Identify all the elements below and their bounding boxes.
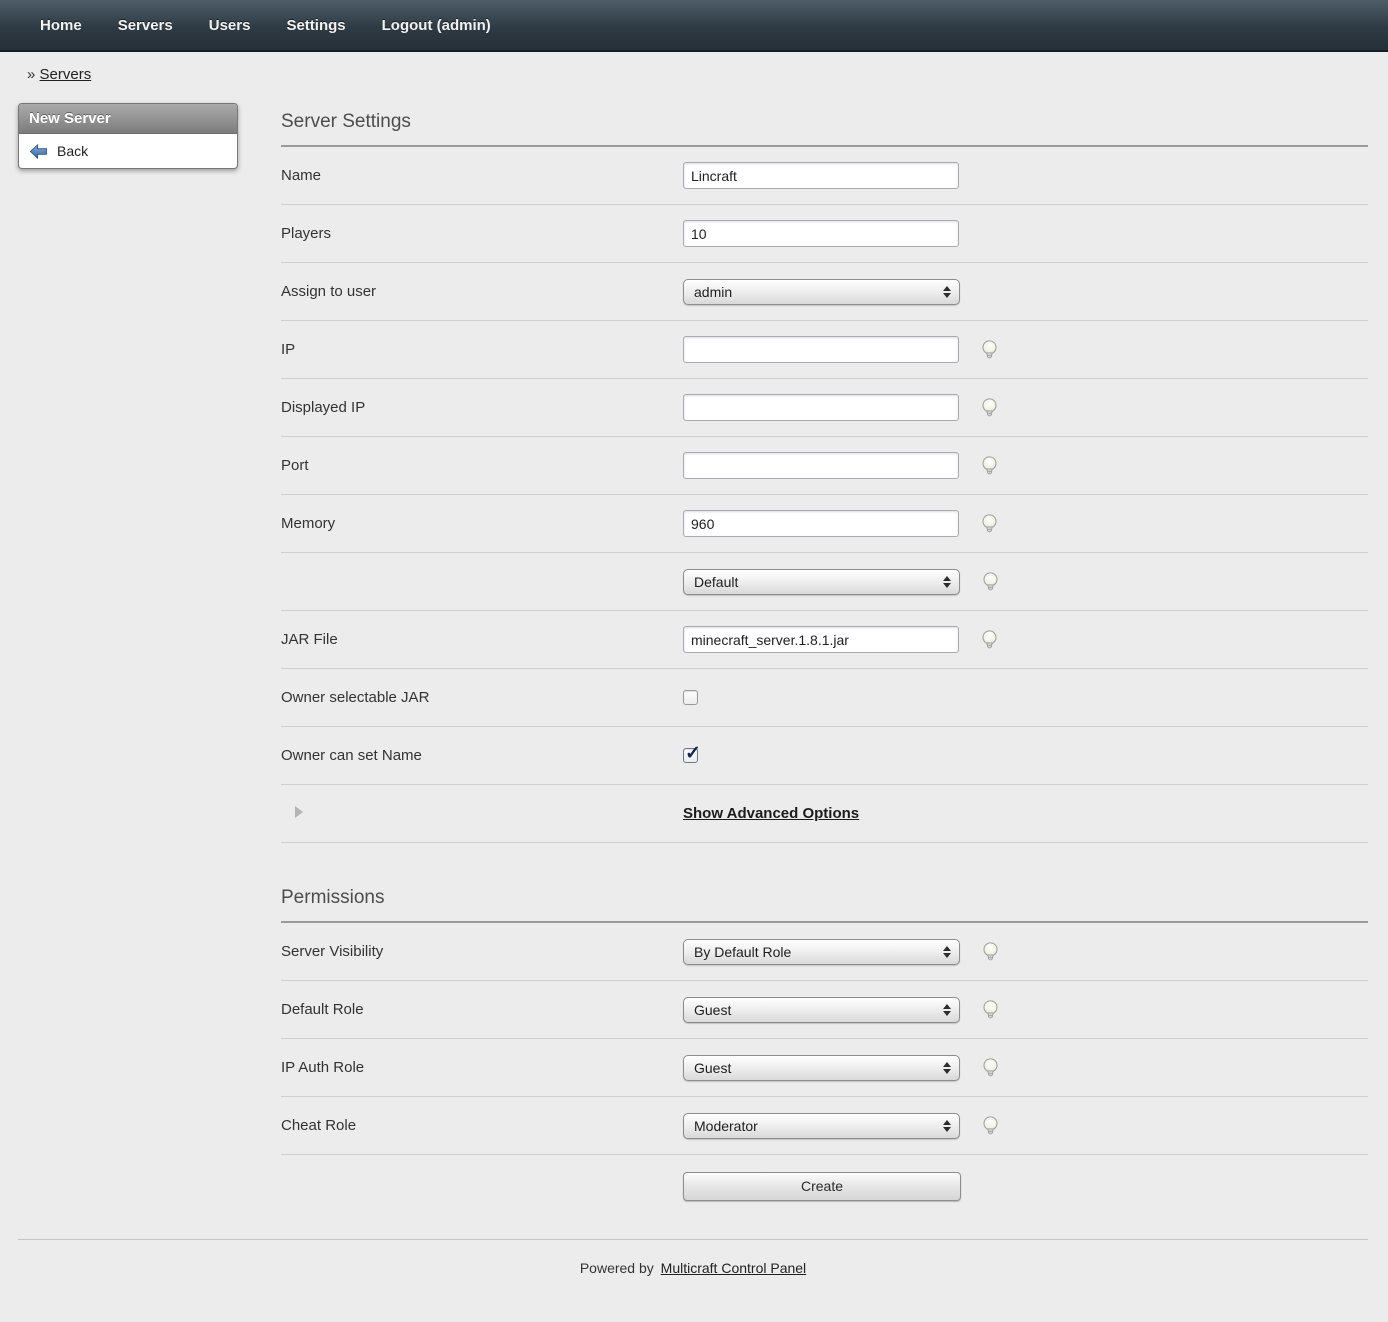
server-visibility-select[interactable]: By Default Role <box>683 939 960 965</box>
form-row-ip: IP <box>281 321 1368 379</box>
form-row-players: Players <box>281 205 1368 263</box>
displayed-ip-input[interactable] <box>683 394 959 421</box>
form-row-assign-to-user: Assign to user admin <box>281 263 1368 321</box>
ip-input[interactable] <box>683 336 959 363</box>
server-settings-heading: Server Settings <box>281 95 1368 147</box>
cheat-role-help-lightbulb-icon[interactable] <box>980 1115 1001 1136</box>
name-input[interactable] <box>683 162 959 189</box>
form-row-create: Create <box>281 1155 1368 1217</box>
disclosure-triangle-icon[interactable] <box>295 806 303 818</box>
form-row-cheat-role: Cheat Role Moderator <box>281 1097 1368 1155</box>
default-role-help-lightbulb-icon[interactable] <box>980 999 1001 1020</box>
ip-auth-role-select[interactable]: Guest <box>683 1055 960 1081</box>
jar-file-label: JAR File <box>281 631 683 648</box>
select-arrows-icon <box>943 946 951 958</box>
main-content: Server Settings Name Players Assign to u… <box>281 95 1368 1217</box>
default-role-label: Default Role <box>281 1001 683 1018</box>
memory-label: Memory <box>281 515 683 532</box>
server-visibility-value: By Default Role <box>694 944 791 960</box>
create-button[interactable]: Create <box>683 1172 961 1201</box>
show-advanced-options-link[interactable]: Show Advanced Options <box>683 805 859 822</box>
nav-settings[interactable]: Settings <box>286 17 345 34</box>
players-label: Players <box>281 225 683 242</box>
footer: Powered by Multicraft Control Panel <box>18 1239 1368 1306</box>
form-row-ip-auth-role: IP Auth Role Guest <box>281 1039 1368 1097</box>
select-arrows-icon <box>943 1062 951 1074</box>
assign-to-user-label: Assign to user <box>281 283 683 300</box>
owner-selectable-jar-checkbox[interactable] <box>683 690 698 705</box>
jar-preset-help-lightbulb-icon[interactable] <box>980 571 1001 592</box>
form-row-memory: Memory <box>281 495 1368 553</box>
assign-to-user-value: admin <box>694 284 732 300</box>
select-arrows-icon <box>943 1004 951 1016</box>
assign-to-user-select[interactable]: admin <box>683 279 960 305</box>
breadcrumb-servers-link[interactable]: Servers <box>40 66 92 83</box>
select-arrows-icon <box>943 576 951 588</box>
port-label: Port <box>281 457 683 474</box>
form-row-jar-file: JAR File <box>281 611 1368 669</box>
default-role-value: Guest <box>694 1002 731 1018</box>
jar-preset-select[interactable]: Default <box>683 569 960 595</box>
form-row-displayed-ip: Displayed IP <box>281 379 1368 437</box>
form-row-jar-preset: Default <box>281 553 1368 611</box>
back-button[interactable]: Back <box>19 134 237 168</box>
server-visibility-help-lightbulb-icon[interactable] <box>980 941 1001 962</box>
ip-auth-role-help-lightbulb-icon[interactable] <box>980 1057 1001 1078</box>
nav-users[interactable]: Users <box>209 17 251 34</box>
form-row-name: Name <box>281 147 1368 205</box>
form-row-owner-selectable-jar: Owner selectable JAR <box>281 669 1368 727</box>
powered-by-text: Powered by <box>580 1260 654 1276</box>
nav-home[interactable]: Home <box>40 17 82 34</box>
nav-servers[interactable]: Servers <box>118 17 173 34</box>
select-arrows-icon <box>943 1120 951 1132</box>
form-row-default-role: Default Role Guest <box>281 981 1368 1039</box>
ip-label: IP <box>281 341 683 358</box>
form-row-advanced-options: Show Advanced Options <box>281 785 1368 843</box>
ip-help-lightbulb-icon[interactable] <box>979 339 1000 360</box>
ip-auth-role-value: Guest <box>694 1060 731 1076</box>
jar-file-input[interactable] <box>683 626 959 653</box>
nav-logout[interactable]: Logout (admin) <box>382 17 491 34</box>
back-arrow-icon <box>29 144 48 159</box>
owner-selectable-jar-label: Owner selectable JAR <box>281 689 683 706</box>
multicraft-control-panel-link[interactable]: Multicraft Control Panel <box>661 1260 807 1276</box>
sidebar-title: New Server <box>19 104 237 134</box>
cheat-role-label: Cheat Role <box>281 1117 683 1134</box>
default-role-select[interactable]: Guest <box>683 997 960 1023</box>
ip-auth-role-label: IP Auth Role <box>281 1059 683 1076</box>
sidebar: New Server Back <box>18 103 238 169</box>
permissions-heading: Permissions <box>281 871 1368 923</box>
players-input[interactable] <box>683 220 959 247</box>
back-label: Back <box>57 143 88 159</box>
owner-can-set-name-checkbox[interactable] <box>683 748 698 763</box>
select-arrows-icon <box>943 286 951 298</box>
displayed-ip-help-lightbulb-icon[interactable] <box>979 397 1000 418</box>
port-input[interactable] <box>683 452 959 479</box>
form-row-port: Port <box>281 437 1368 495</box>
top-navigation: Home Servers Users Settings Logout (admi… <box>0 0 1388 52</box>
breadcrumb: » Servers <box>0 52 1388 89</box>
displayed-ip-label: Displayed IP <box>281 399 683 416</box>
port-help-lightbulb-icon[interactable] <box>979 455 1000 476</box>
cheat-role-value: Moderator <box>694 1118 758 1134</box>
memory-input[interactable] <box>683 510 959 537</box>
jar-preset-value: Default <box>694 574 738 590</box>
cheat-role-select[interactable]: Moderator <box>683 1113 960 1139</box>
breadcrumb-symbol: » <box>27 66 35 83</box>
jar-file-help-lightbulb-icon[interactable] <box>979 629 1000 650</box>
owner-can-set-name-label: Owner can set Name <box>281 747 683 764</box>
memory-help-lightbulb-icon[interactable] <box>979 513 1000 534</box>
form-row-server-visibility: Server Visibility By Default Role <box>281 923 1368 981</box>
form-row-owner-can-set-name: Owner can set Name <box>281 727 1368 785</box>
name-label: Name <box>281 167 683 184</box>
server-visibility-label: Server Visibility <box>281 943 683 960</box>
